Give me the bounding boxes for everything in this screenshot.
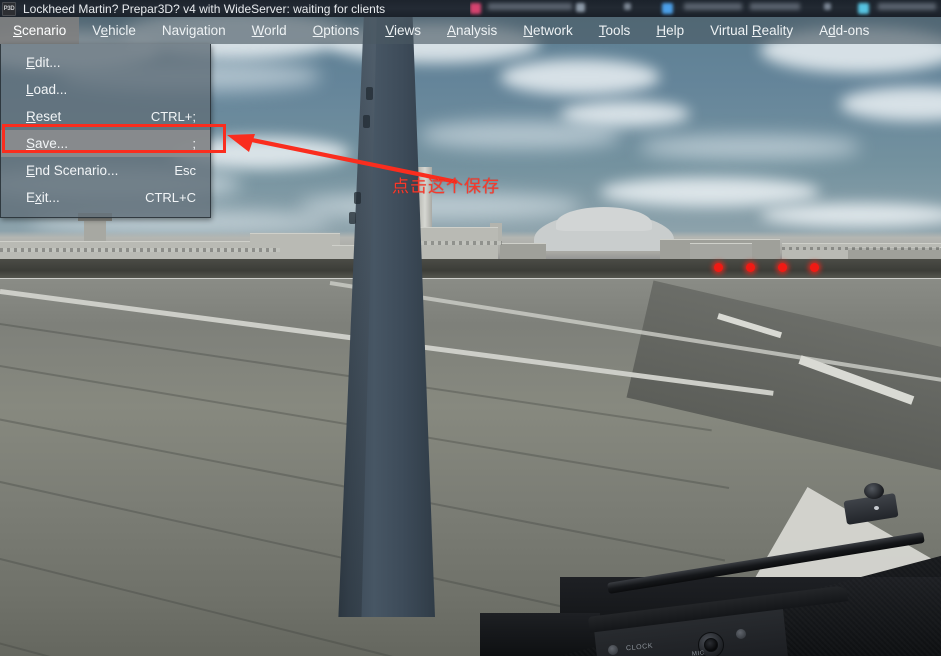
pillar-vent-slot: [349, 212, 356, 224]
runway-light: [810, 263, 819, 272]
menu-network[interactable]: Network: [510, 17, 586, 44]
menu-help[interactable]: Help: [643, 17, 697, 44]
panel-screw: [736, 629, 746, 639]
terminal-building: [250, 233, 340, 261]
pillar-vent-slot: [366, 87, 373, 100]
taskbar-icon[interactable]: [662, 3, 673, 14]
scenario-dropdown-menu[interactable]: Edit... Load... Reset CTRL+; Save... ; E…: [0, 44, 211, 218]
menu-item-save[interactable]: Save... ;: [1, 130, 210, 157]
menu-item-label: Load...: [26, 82, 68, 97]
menu-item-accelerator: Esc: [174, 163, 196, 178]
menu-analysis[interactable]: Analysis: [434, 17, 510, 44]
menu-item-accelerator: CTRL+C: [145, 190, 196, 205]
runway-light: [746, 263, 755, 272]
menu-world[interactable]: World: [239, 17, 300, 44]
mic-label: MIC: [691, 650, 706, 656]
menu-item-label: Reset: [26, 109, 62, 124]
menu-item-label: Edit...: [26, 55, 61, 70]
taskbar-icon[interactable]: [824, 3, 831, 10]
menu-navigation[interactable]: Navigation: [149, 17, 239, 44]
menu-item-accelerator: CTRL+;: [150, 109, 196, 124]
menu-options[interactable]: Options: [300, 17, 373, 44]
application-menu-bar[interactable]: Scenario Vehicle Navigation World Option…: [0, 17, 941, 44]
terminal-building: [690, 243, 752, 259]
menu-item-label: Exit...: [26, 190, 60, 205]
prepar3d-app-icon: P3D: [2, 1, 16, 16]
annotation-text: 点击这个保存: [392, 177, 500, 197]
menu-item-edit[interactable]: Edit...: [1, 49, 210, 76]
cloud: [420, 121, 620, 149]
taskbar-icon[interactable]: [576, 3, 585, 12]
panel-screw: [608, 645, 618, 655]
cloud: [600, 177, 820, 207]
taskbar-item[interactable]: [750, 3, 800, 14]
taskbar-item[interactable]: [878, 3, 936, 14]
cloud: [640, 135, 860, 159]
taskbar-item[interactable]: [488, 3, 572, 14]
far-apron-strip: [0, 259, 941, 278]
menu-item-label: Save...: [26, 136, 69, 151]
runway-light: [778, 263, 787, 272]
cockpit-dashboard-left: [480, 613, 600, 656]
window-title-bar[interactable]: P3D Lockheed Martin? Prepar3D? v4 with W…: [0, 0, 470, 17]
menu-vehicle[interactable]: Vehicle: [79, 17, 149, 44]
menu-virtual-reality[interactable]: Virtual Reality: [697, 17, 806, 44]
taskbar-item[interactable]: [684, 3, 742, 14]
menu-item-end-scenario[interactable]: End Scenario... Esc: [1, 157, 210, 184]
terminal-window-row: [0, 248, 280, 252]
simulator-window: CLOCK MIC Scenario Vehicle Navigation Wo…: [0, 0, 941, 656]
taskbar-icon[interactable]: [858, 3, 869, 14]
terminal-window-row: [410, 241, 502, 245]
menu-scenario[interactable]: Scenario: [0, 17, 80, 44]
wiper-highlight: [874, 506, 879, 510]
window-title: Lockheed Martin? Prepar3D? v4 with WideS…: [23, 1, 386, 16]
menu-item-exit[interactable]: Exit... CTRL+C: [1, 184, 210, 211]
menu-item-label: End Scenario...: [26, 163, 119, 178]
cloud: [500, 59, 660, 95]
menu-item-reset[interactable]: Reset CTRL+;: [1, 103, 210, 130]
pillar-vent-slot: [363, 115, 370, 128]
mic-jack-inner: [704, 638, 718, 652]
menu-item-accelerator: ;: [192, 136, 196, 151]
menu-item-load[interactable]: Load...: [1, 76, 210, 103]
runway-light: [714, 263, 723, 272]
menu-tools[interactable]: Tools: [586, 17, 644, 44]
terminal-window-row: [782, 247, 940, 250]
taskbar-icon[interactable]: [624, 3, 631, 10]
pillar-vent-slot: [354, 192, 361, 204]
wiper-pivot: [864, 483, 884, 499]
taskbar-icon[interactable]: [470, 3, 481, 14]
menu-views[interactable]: Views: [372, 17, 434, 44]
menu-add-ons[interactable]: Add-ons: [806, 17, 882, 44]
